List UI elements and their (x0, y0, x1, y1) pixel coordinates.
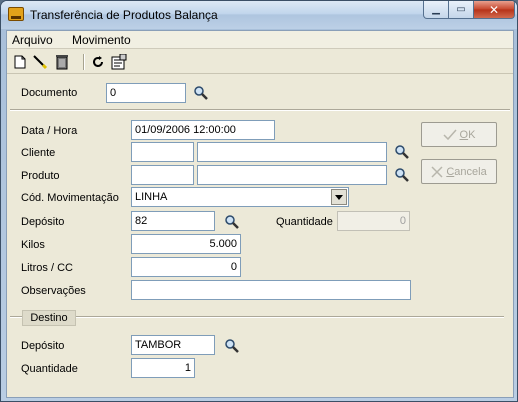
menu-movimento[interactable]: Movimento (72, 33, 131, 47)
cod-movimentacao-value: LINHA (135, 191, 168, 203)
close-button[interactable]: ✕ (473, 1, 515, 19)
dialog-client-area: Arquivo Movimento Documento 0 Data / Hor… (6, 30, 514, 398)
cliente-name-field[interactable] (197, 142, 387, 162)
refresh-icon[interactable] (89, 53, 107, 71)
produto-search-icon[interactable] (394, 167, 410, 183)
kilos-label: Kilos (21, 239, 45, 251)
quantidade-field: 0 (337, 211, 410, 231)
litros-cc-label: Litros / CC (21, 262, 73, 274)
check-icon (443, 129, 457, 140)
observacoes-label: Observações (21, 285, 86, 297)
maximize-button[interactable]: ▭ (448, 1, 474, 19)
destino-separator (10, 316, 504, 318)
truck-app-icon (8, 7, 24, 21)
deposito-label: Depósito (21, 216, 65, 228)
edit-pencil-icon[interactable] (31, 53, 49, 71)
data-hora-field[interactable]: 01/09/2006 12:00:00 (131, 120, 275, 140)
documento-field[interactable]: 0 (106, 83, 186, 103)
destino-deposito-search-icon[interactable] (224, 338, 240, 354)
minimize-button[interactable]: ▁ (423, 1, 449, 19)
separator-top (10, 109, 510, 111)
toolbar (7, 50, 513, 74)
kilos-field[interactable]: 5.000 (131, 234, 241, 254)
cod-movimentacao-label: Cód. Movimentação (21, 192, 119, 204)
documento-value: 0 (110, 87, 117, 99)
produto-code-field[interactable] (131, 165, 194, 185)
window-title: Transferência de Produtos Balança (30, 8, 218, 22)
main-window: Transferência de Produtos Balança ▁ ▭ ✕ … (0, 0, 518, 402)
title-bar[interactable]: Transferência de Produtos Balança ▁ ▭ ✕ (1, 1, 517, 29)
ok-button[interactable]: OK (421, 122, 497, 147)
menu-arquivo[interactable]: Arquivo (12, 33, 53, 47)
ok-button-mnemonic: O (459, 128, 469, 141)
cod-movimentacao-select[interactable]: LINHA (131, 187, 349, 207)
litros-cc-field[interactable]: 0 (131, 257, 241, 277)
data-hora-label: Data / Hora (21, 125, 78, 137)
deposito-search-icon[interactable] (224, 214, 240, 230)
cliente-code-field[interactable] (131, 142, 194, 162)
quantidade-label: Quantidade (276, 216, 333, 228)
deposito-field[interactable]: 82 (131, 211, 215, 231)
observacoes-field[interactable] (131, 280, 411, 300)
destino-section-label: Destino (22, 310, 76, 326)
destino-deposito-label: Depósito (21, 340, 65, 352)
toolbar-separator (83, 54, 85, 70)
destino-deposito-field[interactable]: TAMBOR (131, 335, 215, 355)
properties-icon[interactable] (110, 53, 128, 71)
new-document-icon[interactable] (11, 53, 29, 71)
produto-label: Produto (21, 170, 60, 182)
destino-quantidade-field[interactable]: 1 (131, 358, 195, 378)
cross-icon (431, 165, 443, 178)
dropdown-arrow-icon[interactable] (331, 189, 347, 205)
destino-quantidade-label: Quantidade (21, 363, 78, 375)
documento-label: Documento (21, 87, 78, 99)
cancela-button-label: ancela (454, 165, 487, 178)
cliente-search-icon[interactable] (394, 144, 410, 160)
produto-name-field[interactable] (197, 165, 387, 185)
cliente-label: Cliente (21, 147, 56, 159)
trash-icon[interactable] (53, 53, 71, 71)
documento-search-icon[interactable] (193, 85, 209, 101)
cancela-button[interactable]: Cancela (421, 159, 497, 184)
menu-bar: Arquivo Movimento (7, 31, 513, 49)
ok-button-label: K (468, 128, 476, 141)
